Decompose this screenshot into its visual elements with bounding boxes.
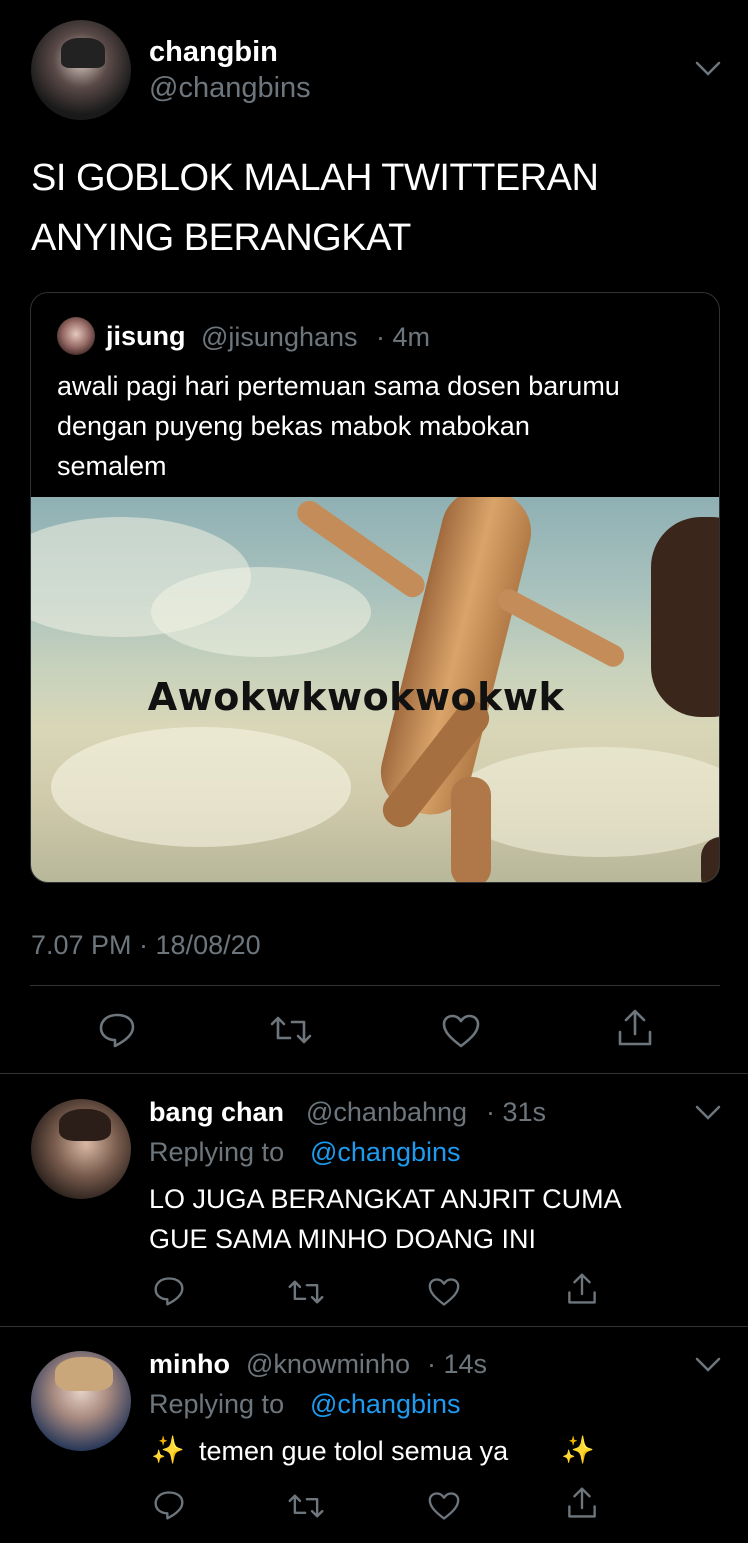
tweet-timestamp[interactable]: 7.07 PM · 18/08/20 xyxy=(31,930,261,961)
reply-time: · 14s xyxy=(427,1349,488,1379)
reply-icon[interactable] xyxy=(153,1276,185,1306)
quote-author-name: jisung xyxy=(106,321,186,351)
tweet-text-line-1: SI GOBLOK MALAH TWITTERAN xyxy=(31,157,599,199)
divider xyxy=(0,1326,748,1327)
reply-text-line-2: GUE SAMA MINHO DOANG INI xyxy=(149,1224,537,1254)
replying-to-label: Replying to xyxy=(149,1137,285,1167)
chevron-down-icon[interactable] xyxy=(694,1104,722,1122)
chevron-down-icon[interactable] xyxy=(694,60,722,78)
like-icon[interactable] xyxy=(427,1277,461,1307)
sparkles-icon: ✨ xyxy=(151,1435,185,1465)
reply-author-name[interactable]: bang chan xyxy=(149,1097,284,1128)
quote-image[interactable]: Awokwkwokwokwk xyxy=(31,497,719,882)
reply-author-handle[interactable]: @chanbahng xyxy=(306,1097,467,1128)
replying-to-label: Replying to xyxy=(149,1389,285,1419)
avatar-minho[interactable] xyxy=(31,1351,131,1451)
retweet-icon[interactable] xyxy=(288,1492,324,1520)
reply-time: · 31s xyxy=(486,1097,547,1127)
retweet-icon[interactable] xyxy=(288,1278,324,1306)
replying-to-link[interactable]: @changbins xyxy=(310,1137,461,1168)
quote-text-line-2: dengan puyeng bekas mabok mabokan xyxy=(57,411,530,441)
avatar-changbin[interactable] xyxy=(31,20,131,120)
reply-icon[interactable] xyxy=(98,1012,136,1048)
share-icon[interactable] xyxy=(566,1272,598,1306)
sparkles-icon: ✨ xyxy=(561,1435,595,1465)
quote-time: · 4m xyxy=(376,322,430,352)
retweet-icon[interactable] xyxy=(270,1014,312,1046)
reply-icon[interactable] xyxy=(153,1490,185,1520)
meme-caption: Awokwkwokwokwk xyxy=(147,675,565,719)
reply-author-name[interactable]: minho xyxy=(149,1349,230,1380)
chevron-down-icon[interactable] xyxy=(694,1356,722,1374)
divider xyxy=(0,1073,748,1074)
share-icon[interactable] xyxy=(566,1486,598,1520)
like-icon[interactable] xyxy=(427,1491,461,1521)
tweet-text-line-2: ANYING BERANGKAT xyxy=(31,217,411,259)
reply-text: temen gue tolol semua ya xyxy=(199,1436,509,1466)
author-handle[interactable]: @changbins xyxy=(149,72,311,105)
author-name[interactable]: changbin xyxy=(149,36,278,69)
quote-text-line-1: awali pagi hari pertemuan sama dosen bar… xyxy=(57,371,620,401)
quote-author-handle: @jisunghans xyxy=(201,322,358,352)
replying-to-link[interactable]: @changbins xyxy=(310,1389,461,1420)
quote-text-line-3: semalem xyxy=(57,451,167,481)
divider xyxy=(30,985,720,986)
avatar-bang-chan[interactable] xyxy=(31,1099,131,1199)
avatar-jisung xyxy=(57,317,95,355)
reply-author-handle[interactable]: @knowminho xyxy=(246,1349,410,1380)
reply-text-line-1: LO JUGA BERANGKAT ANJRIT CUMA xyxy=(149,1184,622,1214)
share-icon[interactable] xyxy=(616,1008,654,1048)
quoted-tweet-card[interactable]: jisung @jisunghans · 4m awali pagi hari … xyxy=(30,292,720,883)
like-icon[interactable] xyxy=(441,1013,481,1049)
